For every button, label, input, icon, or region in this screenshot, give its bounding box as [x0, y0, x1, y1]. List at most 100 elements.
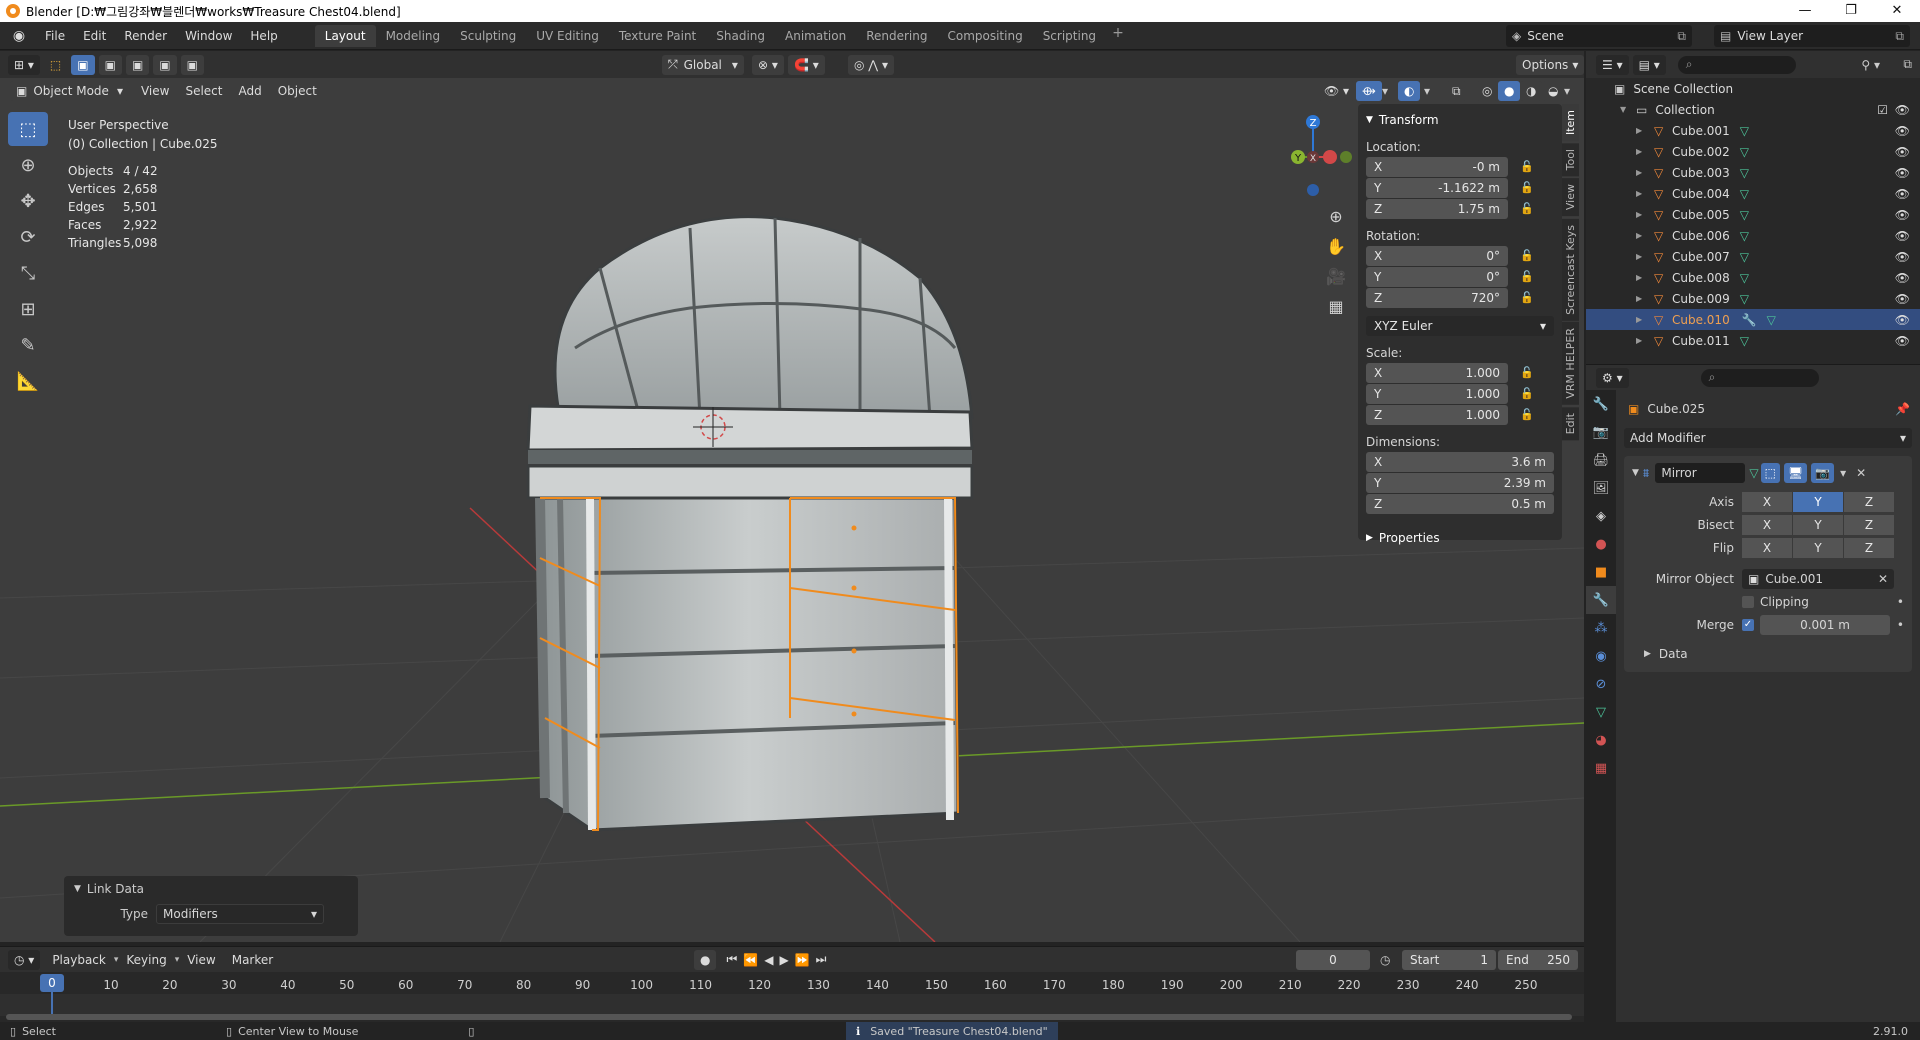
expand-triangle-icon[interactable]: ▶ [1636, 210, 1648, 219]
current-frame-field[interactable]: 0 [1296, 949, 1370, 970]
rotation-x-field[interactable]: X 0° [1366, 246, 1508, 266]
location-y-field[interactable]: Y -1.1622 m [1366, 178, 1508, 198]
link-data-header[interactable]: ▼ Link Data [74, 882, 348, 896]
menu-marker[interactable]: Marker [224, 950, 281, 970]
tab-item[interactable]: Item [1562, 104, 1579, 142]
mesh-data-icon[interactable]: ▽ [1740, 271, 1749, 285]
shading-wireframe-icon[interactable]: ◎ [1476, 81, 1499, 101]
select-box-tool-icon[interactable]: ⬚ [8, 112, 48, 146]
editor-type-icon[interactable]: ⊞ ▾ [8, 54, 40, 75]
outliner-item-cube-006[interactable]: ▶ ▽ Cube.006 ▽ 👁 [1586, 225, 1920, 246]
data-subpanel-header[interactable]: ▶ Data [1628, 642, 1908, 666]
zoom-icon[interactable]: ⊕ [1322, 202, 1350, 232]
measure-tool-icon[interactable]: 📐 [8, 364, 48, 398]
tab-edit[interactable]: Edit [1562, 407, 1579, 441]
lock-icon[interactable]: 🔓 [1520, 160, 1534, 173]
tab-animation[interactable]: Animation [775, 25, 856, 47]
expand-triangle-icon[interactable]: ▶ [1636, 126, 1648, 135]
collapse-triangle-icon[interactable]: ▼ [1632, 468, 1639, 478]
mirror-object-field[interactable]: ▣ Cube.001 ✕ [1742, 568, 1894, 589]
timeline-editor-icon[interactable]: ◷ ▾ [8, 949, 41, 970]
physics-tab-icon[interactable]: ◉ [1586, 642, 1616, 670]
expand-triangle-icon[interactable]: ▶ [1636, 315, 1648, 324]
type-dropdown[interactable]: Modifiers ▾ [156, 904, 324, 924]
add-workspace-icon[interactable]: + [1106, 25, 1130, 47]
clipping-checkbox[interactable] [1742, 595, 1754, 608]
outliner-item-cube-001[interactable]: ▶ ▽ Cube.001 ▽ 👁 [1586, 120, 1920, 141]
transform-header[interactable]: ▼ Transform [1366, 110, 1554, 130]
view-layer-selector[interactable]: ▤ View Layer ⧉ [1714, 25, 1910, 47]
lock-icon[interactable]: 🔓 [1520, 270, 1534, 283]
tool-tab-icon[interactable]: 🔧 [1586, 390, 1616, 418]
expand-triangle-icon[interactable]: ▶ [1636, 273, 1648, 282]
next-keyframe-icon[interactable]: ⏩ [795, 953, 810, 967]
menu-render[interactable]: Render [115, 25, 176, 47]
mesh-data-icon[interactable]: ▽ [1767, 313, 1776, 327]
tab-scripting[interactable]: Scripting [1033, 25, 1106, 47]
mesh-data-icon[interactable]: ▽ [1740, 250, 1749, 264]
eye-icon[interactable]: 👁 [1895, 208, 1910, 222]
menu-window[interactable]: Window [176, 25, 241, 47]
select-mode-subtract-icon[interactable]: ▣ [125, 54, 150, 75]
eye-icon[interactable]: 👁 [1895, 187, 1910, 201]
xray-toggle-icon[interactable]: ⧉ [1446, 81, 1467, 101]
blender-logo-icon[interactable]: ◉ [10, 27, 28, 45]
texture-tab-icon[interactable]: ▦ [1586, 754, 1616, 782]
tab-texture-paint[interactable]: Texture Paint [609, 25, 706, 47]
mesh-data-icon[interactable]: ▽ [1740, 166, 1749, 180]
outliner-item-cube-005[interactable]: ▶ ▽ Cube.005 ▽ 👁 [1586, 204, 1920, 225]
lock-icon[interactable]: 🔓 [1520, 291, 1534, 304]
scale-tool-icon[interactable]: ⤡ [8, 256, 48, 290]
start-frame-field[interactable]: Start 1 [1402, 949, 1496, 970]
snap-icon[interactable]: 🧲 ▾ [788, 54, 825, 75]
editmode-toggle-icon[interactable]: ⬚ [1760, 463, 1780, 483]
outliner-editor-icon[interactable]: ☰ ▾ [1596, 54, 1629, 75]
outliner-item-cube-004[interactable]: ▶ ▽ Cube.004 ▽ 👁 [1586, 183, 1920, 204]
jump-end-icon[interactable]: ⏭ [816, 952, 827, 967]
properties-editor-icon[interactable]: ⚙ ▾ [1596, 367, 1629, 388]
flip-x-toggle[interactable]: X [1742, 537, 1792, 558]
tab-sculpting[interactable]: Sculpting [450, 25, 526, 47]
axis-y-toggle[interactable]: Y [1793, 491, 1843, 512]
location-x-field[interactable]: X -0 m [1366, 157, 1508, 177]
rotation-z-field[interactable]: Z 720° [1366, 288, 1508, 308]
outliner-item-cube-009[interactable]: ▶ ▽ Cube.009 ▽ 👁 [1586, 288, 1920, 309]
select-mode-extend-icon[interactable]: ▣ [98, 54, 122, 75]
eye-icon[interactable]: 👁 [1895, 166, 1910, 180]
select-mode-new-icon[interactable]: ▣ [71, 54, 95, 75]
properties-subpanel-header[interactable]: ▶ Properties [1366, 528, 1554, 548]
expand-triangle-icon[interactable]: ▶ [1636, 231, 1648, 240]
mesh-data-icon[interactable]: ▽ [1740, 229, 1749, 243]
tab-view[interactable]: View [1562, 178, 1579, 217]
lock-icon[interactable]: 🔓 [1520, 202, 1534, 215]
bisect-z-toggle[interactable]: Z [1844, 514, 1894, 535]
outliner-item-cube-010[interactable]: ▶ ▽ Cube.010 🔧 ▽ 👁 [1586, 309, 1920, 330]
expand-triangle-icon[interactable]: ▼ [1620, 105, 1632, 114]
add-modifier-dropdown[interactable]: Add Modifier ▾ [1624, 428, 1912, 448]
menu-select[interactable]: Select [177, 81, 230, 101]
edit-mode-icon[interactable]: ▽ [1749, 466, 1758, 480]
annotate-tool-icon[interactable]: ✎ [8, 328, 48, 362]
pivot-point-icon[interactable]: ⊗ ▾ [752, 54, 784, 75]
modifier-tab-icon[interactable]: 🔧 [1586, 586, 1616, 614]
clock-icon[interactable]: ◷ [1380, 953, 1390, 967]
display-mode-icon[interactable]: ▤ ▾ [1632, 54, 1666, 75]
timeline[interactable]: 0 10 20 30 40 50 60 70 80 90 100 110 120 130 140 150 160… [0, 972, 1584, 1022]
world-tab-icon[interactable]: ● [1586, 530, 1616, 558]
expand-triangle-icon[interactable]: ▶ [1636, 168, 1648, 177]
select-tool-icon[interactable]: ⬚ [43, 54, 68, 75]
chevron-down-icon[interactable]: ▾ [1382, 84, 1388, 98]
mesh-data-icon[interactable]: ▽ [1740, 124, 1749, 138]
eye-icon[interactable]: 👁 [1895, 145, 1910, 159]
outliner-item-cube-008[interactable]: ▶ ▽ Cube.008 ▽ 👁 [1586, 267, 1920, 288]
mesh-data-icon[interactable]: ▽ [1740, 292, 1749, 306]
eye-icon[interactable]: 👁 [1895, 292, 1910, 306]
record-icon[interactable]: ● [694, 949, 717, 970]
outliner-item-cube-011[interactable]: ▶ ▽ Cube.011 ▽ 👁 [1586, 330, 1920, 351]
expand-triangle-icon[interactable]: ▶ [1636, 147, 1648, 156]
output-tab-icon[interactable]: 🖨 [1586, 446, 1616, 474]
tab-modeling[interactable]: Modeling [376, 25, 451, 47]
object-tab-icon[interactable]: ■ [1586, 558, 1616, 586]
shading-solid-icon[interactable]: ● [1498, 81, 1521, 101]
tab-rendering[interactable]: Rendering [856, 25, 937, 47]
